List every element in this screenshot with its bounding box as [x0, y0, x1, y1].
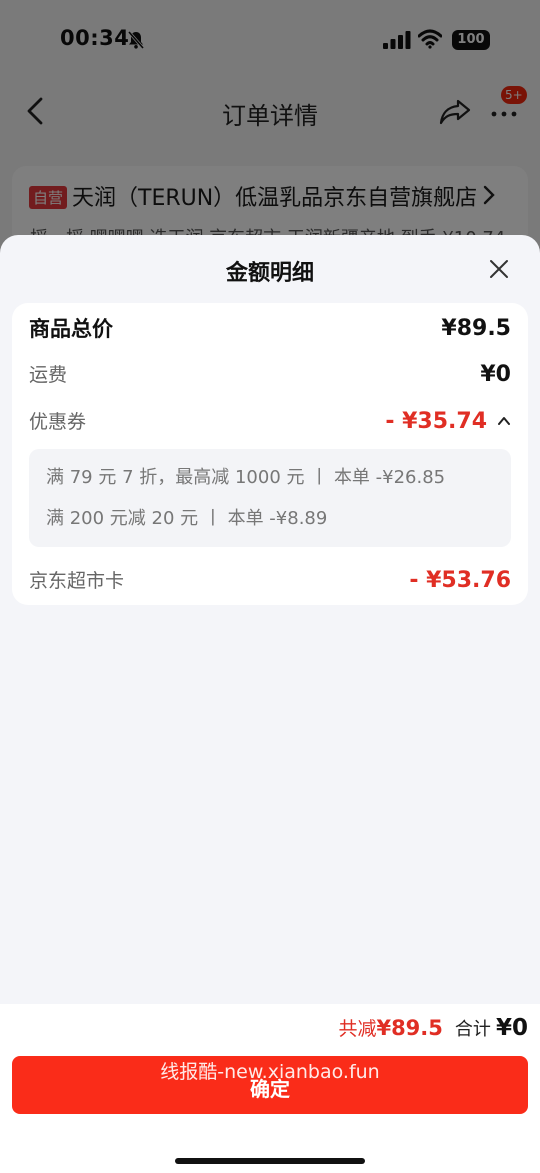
shipping-row: 运费 ¥0 — [29, 359, 511, 391]
coupon-detail-box: 满 79 元 7 折，最高减 1000 元 丨 本单 -¥26.85 满 200… — [29, 449, 511, 547]
amount-detail-sheet: 金额明细 商品总价 ¥89.5 运费 ¥0 优惠券 - ¥35.74 满 79 … — [0, 235, 540, 1173]
close-icon[interactable] — [488, 258, 510, 280]
sheet-header: 金额明细 — [0, 235, 540, 303]
confirm-button-label: 确定 — [250, 1079, 290, 1101]
coupon-value: - ¥35.74 — [385, 409, 487, 434]
coupon-detail-line: 满 200 元减 20 元 丨 本单 -¥8.89 — [46, 508, 328, 529]
confirm-button[interactable]: 线报酷-new.xianbao.fun 确定 — [12, 1056, 528, 1114]
amount-detail-card: 商品总价 ¥89.5 运费 ¥0 优惠券 - ¥35.74 满 79 元 7 折… — [12, 303, 528, 605]
goods-total-row: 商品总价 ¥89.5 — [29, 313, 511, 345]
chevron-up-icon[interactable] — [497, 415, 511, 427]
coupon-row[interactable]: 优惠券 - ¥35.74 — [29, 406, 511, 438]
grand-total-value: ¥0 — [495, 1015, 528, 1041]
goods-total-value: ¥89.5 — [441, 316, 511, 341]
supermarket-card-value: - ¥53.76 — [409, 568, 511, 593]
sheet-footer: 共减¥89.5 合计 ¥0 线报酷-new.xianbao.fun 确定 — [0, 1004, 540, 1173]
footer-totals: 共减¥89.5 合计 ¥0 — [338, 1014, 528, 1044]
grand-total-label: 合计 — [454, 1019, 491, 1040]
supermarket-card-label: 京东超市卡 — [29, 570, 125, 592]
goods-total-label: 商品总价 — [29, 317, 113, 341]
sheet-title: 金额明细 — [225, 261, 314, 286]
supermarket-card-row: 京东超市卡 - ¥53.76 — [29, 565, 511, 597]
total-saved-value: ¥89.5 — [376, 1016, 443, 1040]
coupon-label: 优惠券 — [29, 411, 87, 433]
shipping-value: ¥0 — [480, 362, 511, 387]
shipping-label: 运费 — [29, 364, 68, 386]
home-indicator[interactable] — [175, 1158, 365, 1164]
total-saved-label: 共减 — [338, 1018, 377, 1040]
coupon-detail-line: 满 79 元 7 折，最高减 1000 元 丨 本单 -¥26.85 — [46, 467, 446, 488]
